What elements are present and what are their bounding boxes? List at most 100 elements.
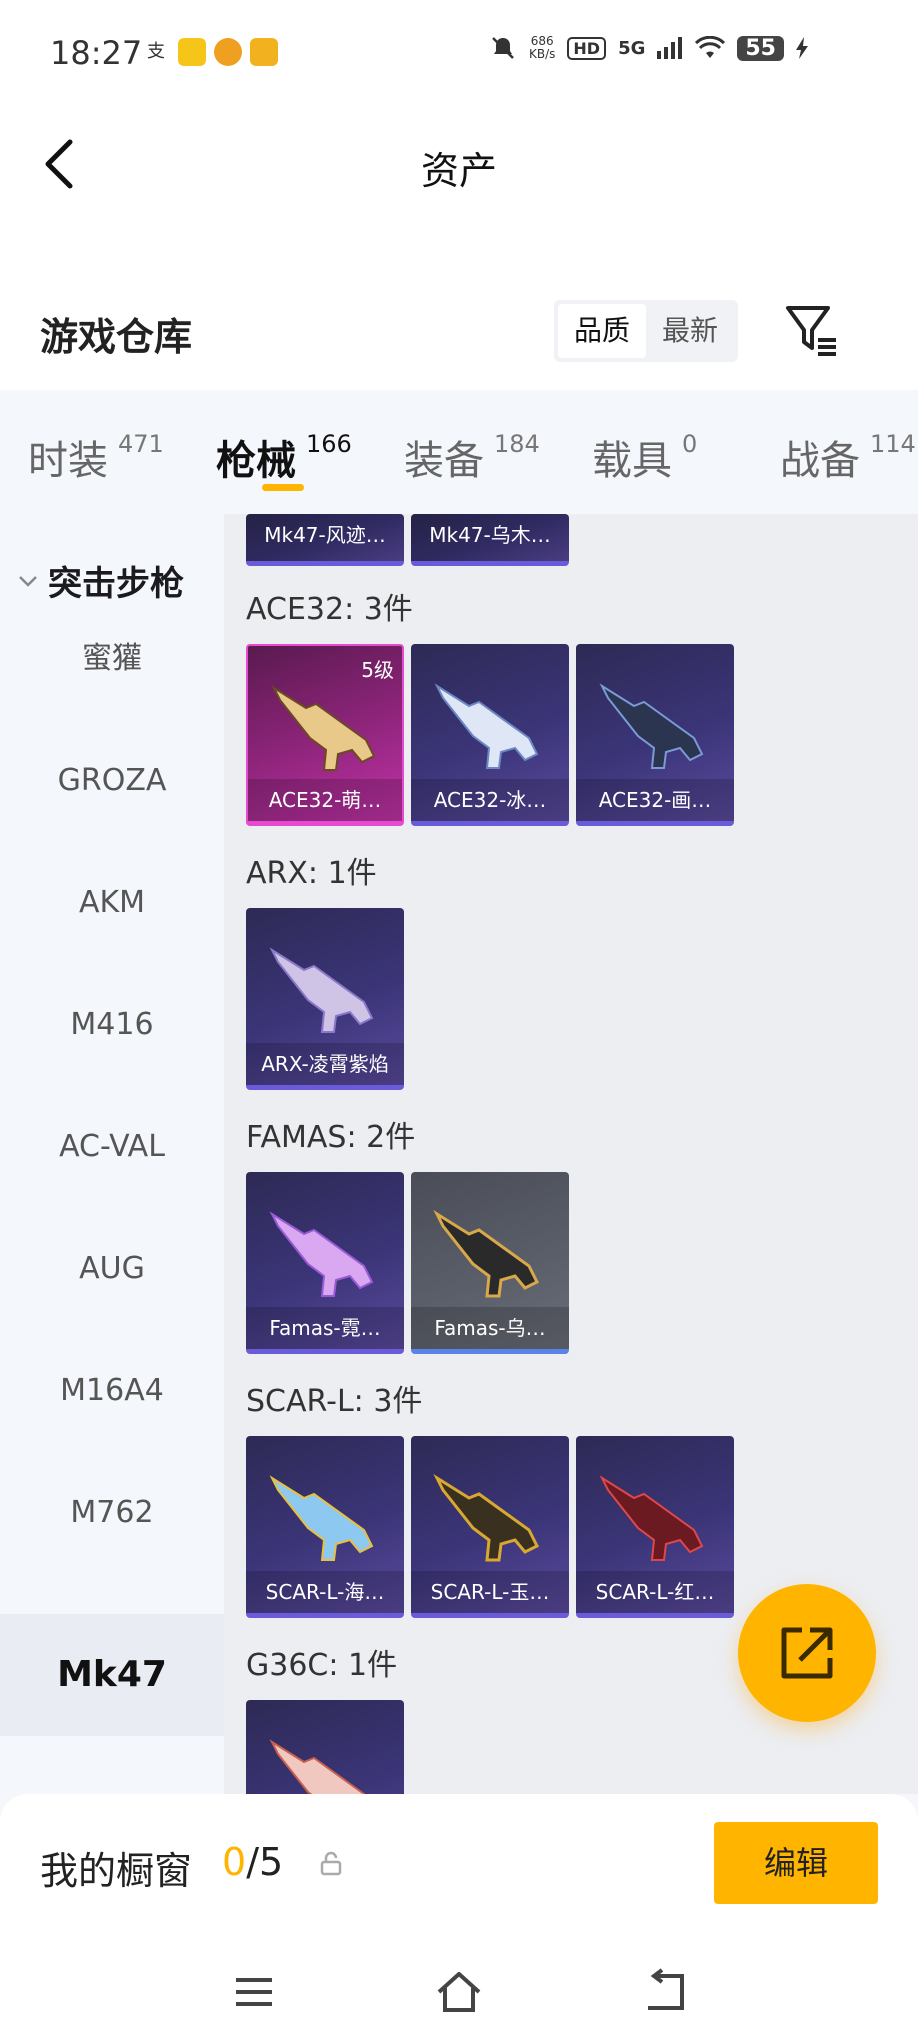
rifle-icon — [599, 1475, 704, 1561]
category-label: ACE32: 3件 — [246, 592, 413, 627]
category-label: SCAR-L: 3件 — [246, 1384, 423, 1419]
weapon-card-name: SCAR-L-红… — [576, 1571, 734, 1613]
tab-equipment[interactable]: 装备 184 — [376, 390, 564, 514]
tab-label: 载具 — [592, 438, 672, 484]
tab-count: 0 — [682, 430, 698, 458]
hd-badge: HD — [567, 36, 607, 60]
sort-quality-button[interactable]: 品质 — [558, 304, 646, 358]
weapon-card-name: SCAR-L-玉… — [411, 1571, 569, 1613]
rifle-icon — [269, 1475, 374, 1561]
app-icon-3 — [250, 38, 278, 66]
page-title: 资产 — [420, 149, 497, 193]
net-speed: 686 KB/s — [528, 34, 556, 61]
edit-button[interactable]: 编辑 — [714, 1822, 878, 1904]
tab-count: 114 — [870, 430, 916, 458]
lock-icon — [320, 1851, 342, 1876]
sidebar-item-aug[interactable]: AUG — [0, 1208, 224, 1330]
weapon-card[interactable]: ACE32-画… — [576, 644, 734, 826]
sidebar-item-ac-val[interactable]: AC-VAL — [0, 1086, 224, 1208]
charging-icon — [796, 37, 808, 59]
back-nav-icon[interactable] — [638, 1966, 690, 2018]
tab-firearms[interactable]: 枪械 166 — [188, 390, 376, 514]
tab-supplies[interactable]: 战备 114 — [752, 390, 918, 514]
weapon-card-name: Mk47-乌木… — [411, 514, 569, 561]
sort-newest-button[interactable]: 最新 — [646, 304, 734, 358]
weapon-card[interactable] — [246, 1700, 404, 1794]
tab-label: 枪械 — [216, 438, 296, 484]
weapon-card[interactable]: SCAR-L-玉… — [411, 1436, 569, 1618]
weapon-card[interactable]: Mk47-风迹… — [246, 514, 404, 566]
category-label: ARX: 1件 — [246, 856, 377, 891]
rifle-icon — [271, 685, 376, 771]
signal-5g-icon: 5G — [618, 37, 646, 59]
tab-count: 166 — [306, 430, 352, 458]
rifle-icon — [599, 683, 704, 769]
category-tabs: 时装 471 枪械 166 装备 184 载具 0 战备 114 — [0, 390, 918, 514]
chevron-down-icon — [19, 575, 37, 587]
signal-bars-icon — [657, 37, 683, 59]
sidebar-item-groza[interactable]: GROZA — [0, 720, 224, 842]
tab-label: 时装 — [28, 438, 108, 484]
weapon-card[interactable]: SCAR-L-海… — [246, 1436, 404, 1618]
mute-bell-icon — [492, 37, 514, 59]
weapon-card-name: ACE32-画… — [576, 779, 734, 821]
sidebar-item-m416[interactable]: M416 — [0, 964, 224, 1086]
tab-fashion[interactable]: 时装 471 — [0, 390, 188, 514]
rifle-icon — [269, 947, 374, 1033]
tab-label: 装备 — [404, 438, 484, 484]
weapon-card-name: Famas-霓… — [246, 1307, 404, 1349]
warehouse-title: 游戏仓库 — [40, 315, 193, 359]
tab-count: 184 — [494, 430, 540, 458]
tab-vehicles[interactable]: 载具 0 — [564, 390, 752, 514]
weapon-card-name: Mk47-风迹… — [246, 514, 404, 561]
alipay-icon: 支 — [147, 41, 165, 62]
menu-icon[interactable] — [228, 1966, 280, 2018]
category-label: G36C: 1件 — [246, 1648, 398, 1683]
share-button[interactable] — [738, 1584, 876, 1722]
status-bar: 18:27 支 686 KB/s HD 5G 55 — [0, 0, 918, 104]
category-label: FAMAS: 2件 — [246, 1120, 416, 1155]
status-time: 18:27 — [50, 34, 143, 72]
weapon-level-badge: 5级 — [361, 658, 394, 682]
system-nav-bar — [0, 1944, 918, 2040]
weapon-card-name: ACE32-萌… — [248, 779, 402, 821]
home-icon[interactable] — [433, 1966, 485, 2018]
sidebar-item-akm[interactable]: AKM — [0, 842, 224, 964]
nav-bar: 资产 — [0, 104, 918, 224]
showcase-panel: 我的橱窗 0/5 编辑 — [0, 1794, 918, 1944]
sidebar-item-mk47[interactable]: Mk47 — [0, 1614, 224, 1736]
filter-icon[interactable] — [784, 302, 840, 358]
battery-level: 55 — [737, 35, 784, 61]
weapon-card-name: ARX-凌霄紫焰 — [246, 1043, 404, 1085]
showcase-label: 我的橱窗 — [40, 1849, 193, 1893]
rifle-icon — [433, 1209, 540, 1298]
share-out-icon — [781, 1627, 833, 1679]
weapon-card-name: ACE32-冰… — [411, 779, 569, 821]
rifle-icon — [434, 683, 539, 769]
weapon-card[interactable]: ARX-凌霄紫焰 — [246, 908, 404, 1090]
sidebar-item-honey-badger[interactable]: 蜜獾 — [0, 598, 224, 720]
warehouse-header: 游戏仓库 品质 最新 — [0, 224, 918, 390]
active-tab-indicator — [262, 484, 304, 491]
tab-label: 战备 — [780, 438, 860, 484]
weapon-card[interactable]: 5级 ACE32-萌… — [246, 644, 404, 826]
app-icon-1 — [178, 38, 206, 66]
weapon-card[interactable]: SCAR-L-红… — [576, 1436, 734, 1618]
rifle-icon — [269, 1739, 366, 1794]
sidebar-item-m16a4[interactable]: M16A4 — [0, 1330, 224, 1452]
wifi-icon — [695, 36, 726, 58]
status-app-icons: 支 — [142, 38, 278, 66]
weapon-card[interactable]: Famas-霓… — [246, 1172, 404, 1354]
weapon-type-sidebar: 突击步枪 蜜獾 GROZA AKM M416 AC-VAL AUG M16A4 … — [0, 514, 224, 1794]
tab-count: 471 — [118, 430, 164, 458]
rifle-icon — [433, 1473, 540, 1562]
weapon-card-name: Famas-乌… — [411, 1307, 569, 1349]
weapon-card[interactable]: Famas-乌… — [411, 1172, 569, 1354]
weapon-card[interactable]: Mk47-乌木… — [411, 514, 569, 566]
rifle-icon — [269, 1211, 374, 1297]
sidebar-item-m762[interactable]: M762 — [0, 1452, 224, 1574]
sort-toggle: 品质 最新 — [554, 300, 738, 362]
weapon-card[interactable]: ACE32-冰… — [411, 644, 569, 826]
showcase-count: 0/5 — [222, 1840, 284, 1884]
status-right: 686 KB/s HD 5G 55 — [489, 34, 808, 62]
